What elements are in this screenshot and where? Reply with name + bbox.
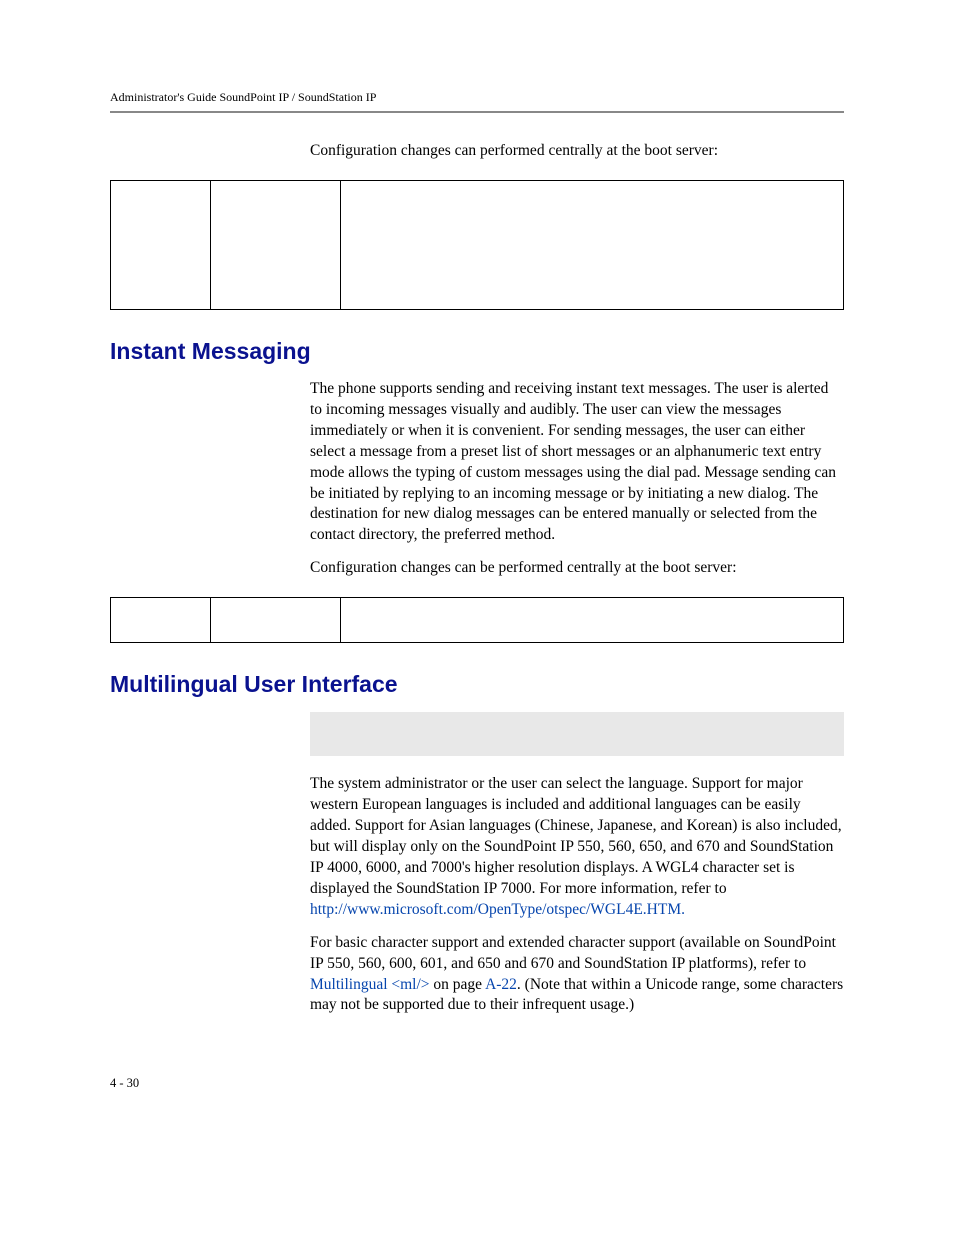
- im-paragraph-1: The phone supports sending and receiving…: [310, 379, 844, 546]
- page-footer: 4 - 30: [110, 1076, 844, 1091]
- mui-p2-part-a: For basic character support and extended…: [310, 934, 836, 972]
- table-cell: [211, 598, 341, 643]
- note-box: [310, 712, 844, 756]
- header-rule: [110, 111, 844, 113]
- intro-paragraph: Configuration changes can performed cent…: [310, 141, 844, 162]
- page-container: Administrator's Guide SoundPoint IP / So…: [0, 0, 954, 1151]
- mui-paragraph-1: The system administrator or the user can…: [310, 774, 844, 920]
- table-cell: [111, 180, 211, 309]
- body-column: The system administrator or the user can…: [310, 712, 844, 1016]
- running-header: Administrator's Guide SoundPoint IP / So…: [110, 90, 844, 105]
- table-cell: [341, 598, 844, 643]
- body-column: Configuration changes can performed cent…: [310, 141, 844, 162]
- table-row: [111, 180, 844, 309]
- table-row: [111, 598, 844, 643]
- mui-paragraph-1-text: The system administrator or the user can…: [310, 775, 842, 897]
- config-table-2: [110, 597, 844, 643]
- mui-paragraph-2: For basic character support and extended…: [310, 933, 844, 1017]
- section-heading-instant-messaging: Instant Messaging: [110, 338, 844, 365]
- body-column: The phone supports sending and receiving…: [310, 379, 844, 579]
- cross-ref-multilingual[interactable]: Multilingual <ml/>: [310, 976, 430, 993]
- config-table-1: [110, 180, 844, 310]
- table-cell: [111, 598, 211, 643]
- table-cell: [341, 180, 844, 309]
- section-heading-multilingual-ui: Multilingual User Interface: [110, 671, 844, 698]
- cross-ref-page-a22[interactable]: A-22: [485, 976, 517, 993]
- external-link-wgl4[interactable]: http://www.microsoft.com/OpenType/otspec…: [310, 901, 685, 918]
- mui-p2-part-b: on page: [430, 976, 486, 993]
- im-paragraph-2: Configuration changes can be performed c…: [310, 558, 844, 579]
- table-cell: [211, 180, 341, 309]
